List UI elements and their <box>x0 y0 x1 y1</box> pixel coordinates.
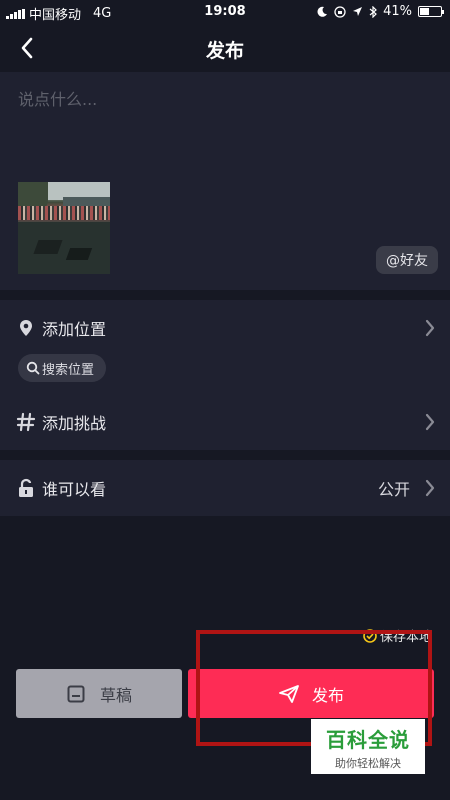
add-challenge-row[interactable]: 添加挑战 <box>0 402 450 442</box>
friend-label: @好友 <box>386 253 428 269</box>
location-pin-icon <box>20 320 32 336</box>
add-location-label: 添加位置 <box>42 320 107 339</box>
caption-card: 说点什么... @好友 <box>0 72 450 290</box>
page-title: 发布 <box>205 40 244 62</box>
header: 发布 <box>0 24 450 72</box>
moon-icon <box>317 6 328 17</box>
mention-friend-button[interactable]: @好友 <box>376 246 438 274</box>
video-thumbnail[interactable] <box>18 182 110 274</box>
search-location-chip[interactable]: 搜索位置 <box>18 354 107 382</box>
draft-box-icon <box>67 685 85 702</box>
caption-input[interactable]: 说点什么... <box>18 86 97 110</box>
privacy-label: 谁可以看 <box>42 480 107 499</box>
chevron-right-icon <box>425 479 435 497</box>
status-right: 41% <box>316 4 444 19</box>
unlock-icon <box>19 478 33 497</box>
watermark-main: 百科全说 <box>326 728 410 752</box>
status-bar: 中国移动 4G 19:08 41% <box>0 0 450 24</box>
battery-icon <box>418 6 444 17</box>
chevron-right-icon <box>425 319 435 337</box>
add-challenge-label: 添加挑战 <box>42 414 107 433</box>
battery-percent: 41% <box>383 4 412 19</box>
chevron-right-icon <box>425 413 435 431</box>
draft-button[interactable]: 草稿 <box>16 669 182 718</box>
privacy-value: 公开 <box>377 480 410 499</box>
privacy-row[interactable]: 谁可以看 公开 <box>0 468 450 508</box>
watermark-logo: 百科全说 助你轻松解决 <box>311 719 425 774</box>
search-location-label: 搜索位置 <box>42 362 95 378</box>
draft-label: 草稿 <box>99 685 132 705</box>
lock-rotation-icon <box>334 5 346 18</box>
bluetooth-icon <box>369 5 377 18</box>
location-arrow-icon <box>353 7 363 16</box>
search-icon <box>26 361 40 375</box>
watermark-sub: 助你轻松解决 <box>335 757 401 770</box>
add-location-row[interactable]: 添加位置 <box>0 308 450 348</box>
privacy-card: 谁可以看 公开 <box>0 460 450 516</box>
hashtag-icon <box>16 412 36 432</box>
options-card: 添加位置 搜索位置 添加挑战 <box>0 300 450 450</box>
